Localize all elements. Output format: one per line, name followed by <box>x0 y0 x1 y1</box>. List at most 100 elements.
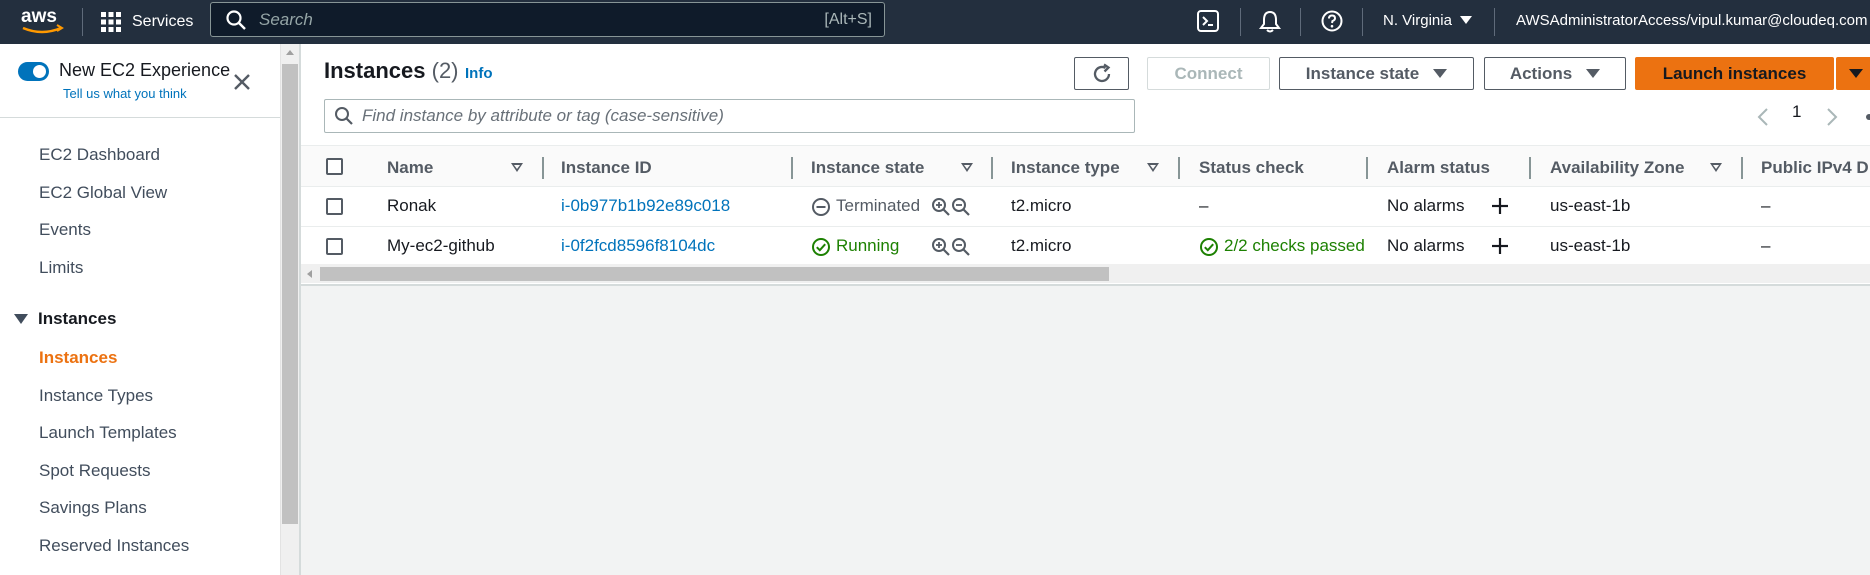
search-placeholder: Search <box>259 9 313 29</box>
region-selector[interactable]: N. Virginia <box>1383 0 1472 40</box>
zoom-in-icon[interactable] <box>931 197 951 217</box>
row-checkbox[interactable] <box>326 198 343 215</box>
cell-instance-type: t2.micro <box>1011 236 1072 255</box>
cloudshell-icon[interactable] <box>1195 8 1221 34</box>
account-menu[interactable]: AWSAdministratorAccess/vipul.kumar@cloud… <box>1516 0 1867 40</box>
page-number[interactable]: 1 <box>1792 102 1801 122</box>
row-checkbox[interactable] <box>326 238 343 255</box>
table-horizontal-scrollbar[interactable] <box>301 264 1870 283</box>
actions-label: Actions <box>1509 63 1573 83</box>
search-shortcut: [Alt+S] <box>824 10 872 28</box>
sidebar-item-spot-requests[interactable]: Spot Requests <box>39 461 151 481</box>
refresh-button[interactable] <box>1074 57 1129 90</box>
sidebar-item-limits[interactable]: Limits <box>39 258 83 278</box>
experience-title: New EC2 Experience <box>59 60 231 80</box>
table-header: Name Instance ID Instance state Instance… <box>301 145 1870 187</box>
zoom-out-icon[interactable] <box>951 197 971 217</box>
caret-down-icon <box>1586 69 1601 78</box>
global-search-input[interactable]: Search [Alt+S] <box>210 2 885 37</box>
caret-down-icon <box>1849 69 1863 78</box>
instance-state-button[interactable]: Instance state <box>1279 57 1474 90</box>
cell-instance-state: Running <box>836 236 900 255</box>
sidebar-scrollbar[interactable] <box>280 44 299 575</box>
select-all-checkbox[interactable] <box>326 158 343 175</box>
sidebar-item-reserved-instances[interactable]: Reserved Instances <box>39 536 189 556</box>
cell-instance-id[interactable]: i-0b977b1b92e89c018 <box>561 196 730 216</box>
cell-instance-state: Terminated <box>836 196 921 215</box>
filter-placeholder: Find instance by attribute or tag (case-… <box>362 106 724 125</box>
grid-icon <box>101 12 121 32</box>
column-header-name[interactable]: Name <box>387 158 433 178</box>
aws-logo[interactable]: aws <box>20 3 66 39</box>
cell-status-check: 2/2 checks passed <box>1224 236 1365 255</box>
sidebar: New EC2 Experience Tell us what you thin… <box>0 44 280 575</box>
sort-icon[interactable] <box>1710 163 1722 172</box>
cell-status-check: – <box>1199 196 1209 215</box>
column-header-alarm-status[interactable]: Alarm status <box>1387 158 1490 178</box>
sidebar-scroll-thumb[interactable] <box>282 64 298 524</box>
sidebar-section-instances[interactable]: Instances <box>14 309 116 329</box>
sort-icon[interactable] <box>511 163 523 172</box>
bell-icon[interactable] <box>1257 8 1283 34</box>
cell-instance-id[interactable]: i-0f2fcd8596f8104dc <box>561 236 715 256</box>
column-header-instance-type[interactable]: Instance type <box>1011 158 1120 178</box>
sort-icon[interactable] <box>1147 163 1159 172</box>
table-scroll-thumb[interactable] <box>320 267 1109 281</box>
cell-instance-type: t2.micro <box>1011 196 1072 215</box>
column-header-instance-state[interactable]: Instance state <box>811 158 924 178</box>
services-menu[interactable]: Services <box>100 0 193 44</box>
chevron-left-icon[interactable] <box>1756 106 1770 128</box>
instances-panel: Instances (2) Info Connect Instance stat… <box>301 44 1870 286</box>
sort-icon[interactable] <box>961 163 973 172</box>
sidebar-item-ec2-global-view[interactable]: EC2 Global View <box>39 183 167 203</box>
cell-availability-zone: us-east-1b <box>1550 236 1631 255</box>
add-alarm-icon[interactable] <box>1489 195 1511 217</box>
sidebar-item-savings-plans[interactable]: Savings Plans <box>39 498 147 518</box>
page-title: Instances (2) <box>324 58 459 84</box>
instance-filter-input[interactable]: Find instance by attribute or tag (case-… <box>324 99 1135 133</box>
cell-name: My-ec2-github <box>387 236 495 255</box>
feedback-link[interactable]: Tell us what you think <box>63 86 187 101</box>
add-alarm-icon[interactable] <box>1489 235 1511 257</box>
services-label: Services <box>132 13 194 30</box>
region-label: N. Virginia <box>1383 11 1452 29</box>
sidebar-item-instance-types[interactable]: Instance Types <box>39 386 153 406</box>
sidebar-item-ec2-dashboard[interactable]: EC2 Dashboard <box>39 145 160 165</box>
top-navigation: aws Services Search [Alt+S] N. Virginia … <box>0 0 1870 44</box>
table-row[interactable]: Ronak i-0b977b1b92e89c018 Terminated t2.… <box>301 187 1870 227</box>
zoom-in-icon[interactable] <box>931 237 951 257</box>
column-header-status-check[interactable]: Status check <box>1199 158 1304 178</box>
chevron-right-icon[interactable] <box>1825 106 1839 128</box>
info-link[interactable]: Info <box>465 65 493 82</box>
connect-button[interactable]: Connect <box>1147 57 1270 90</box>
table-row[interactable]: My-ec2-github i-0f2fcd8596f8104dc Runnin… <box>301 227 1870 267</box>
column-header-instance-id[interactable]: Instance ID <box>561 158 652 178</box>
terminated-status-icon <box>812 198 830 216</box>
cell-public-ipv4: – <box>1761 196 1771 215</box>
scroll-left-arrow-icon[interactable] <box>307 270 312 278</box>
sidebar-item-launch-templates[interactable]: Launch Templates <box>39 423 177 443</box>
launch-instances-label: Launch instances <box>1662 63 1807 83</box>
cell-alarm-status: No alarms <box>1387 196 1465 215</box>
sidebar-item-instances[interactable]: Instances <box>39 348 117 368</box>
actions-button[interactable]: Actions <box>1484 57 1626 90</box>
close-icon[interactable] <box>230 70 254 94</box>
panel-title-text: Instances <box>324 58 426 83</box>
checks-passed-icon <box>1200 238 1218 256</box>
scroll-up-arrow-icon[interactable] <box>286 50 294 55</box>
column-header-public-ipv4[interactable]: Public IPv4 D <box>1761 158 1869 178</box>
svg-text:aws: aws <box>21 6 57 27</box>
caret-down-icon <box>1433 69 1448 78</box>
launch-options-dropdown[interactable] <box>1836 57 1870 90</box>
column-header-availability-zone[interactable]: Availability Zone <box>1550 158 1684 178</box>
account-label: AWSAdministratorAccess/vipul.kumar@cloud… <box>1516 11 1868 29</box>
cell-public-ipv4: – <box>1761 236 1771 255</box>
sidebar-item-events[interactable]: Events <box>39 220 91 240</box>
new-experience-toggle[interactable] <box>18 62 49 81</box>
cell-availability-zone: us-east-1b <box>1550 196 1631 215</box>
help-icon[interactable] <box>1319 8 1345 34</box>
zoom-out-icon[interactable] <box>951 237 971 257</box>
launch-instances-button[interactable]: Launch instances <box>1635 57 1834 90</box>
settings-icon[interactable] <box>1860 107 1870 127</box>
search-icon <box>226 9 246 30</box>
